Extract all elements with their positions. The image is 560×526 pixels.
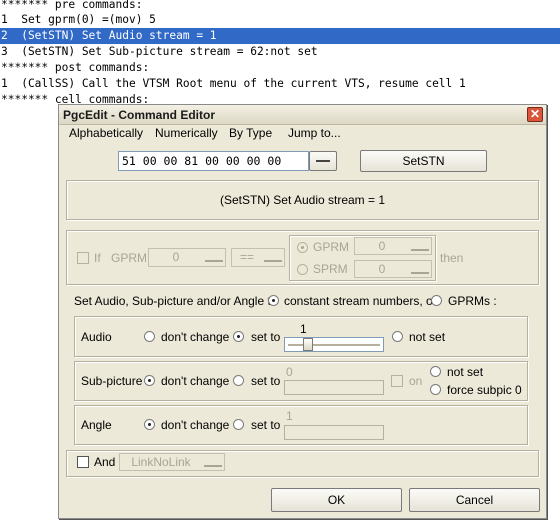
chevron-down-icon	[204, 458, 222, 467]
close-icon: ✕	[529, 107, 541, 121]
chevron-down-icon	[264, 253, 282, 262]
chevron-down-icon	[411, 265, 429, 274]
slider-track	[288, 344, 380, 346]
command-editor-dialog: PgcEdit - Command Editor ✕ Alphabeticall…	[58, 104, 547, 519]
link-select[interactable]: LinkNoLink	[119, 453, 225, 471]
angle-dont-change-label: don't change	[161, 418, 230, 432]
constant-streams-label: constant stream numbers, or	[284, 294, 437, 308]
radio-subpicture-set-to[interactable]	[233, 375, 244, 386]
description-box: (SetSTN) Set Audio stream = 1	[66, 180, 539, 220]
chevron-down-icon	[205, 253, 223, 262]
if-gprm-select[interactable]: 0	[148, 248, 226, 267]
setstn-command-button[interactable]: SetSTN	[360, 150, 487, 172]
command-listing: ******* pre commands: 1 Set gprm(0) =(mo…	[0, 0, 560, 110]
compare-sprm-label: SPRM	[313, 262, 348, 276]
ok-button[interactable]: OK	[271, 488, 402, 512]
if-label: If	[94, 251, 101, 265]
audio-stream-slider[interactable]	[284, 337, 384, 352]
listing-header-post: ******* post commands:	[1, 61, 150, 74]
set-mode-label: Set Audio, Sub-picture and/or Angle to	[74, 294, 278, 308]
force-subpic-label: force subpic 0	[447, 383, 522, 397]
then-label: then	[440, 251, 464, 265]
compare-gprm-label: GPRM	[313, 240, 349, 254]
compare-sprm-select[interactable]: 0	[354, 260, 432, 278]
if-gprm-label: GPRM	[111, 251, 147, 265]
and-label: And	[94, 455, 116, 469]
angle-label: Angle	[81, 418, 112, 432]
radio-audio-not-set[interactable]	[392, 331, 403, 342]
subpicture-on-checkbox[interactable]	[391, 375, 403, 387]
subpicture-stream-slider[interactable]	[284, 380, 384, 395]
hex-command-value: 51 00 00 81 00 00 00 00	[122, 154, 282, 168]
audio-stream-value: 1	[300, 322, 307, 336]
subpicture-on-label: on	[409, 374, 423, 388]
chevron-down-icon	[316, 160, 330, 162]
menu-alphabetically[interactable]: Alphabetically	[69, 126, 143, 140]
if-operator-value: ==	[239, 250, 254, 264]
and-checkbox[interactable]	[77, 456, 89, 468]
radio-force-subpic[interactable]	[430, 384, 441, 395]
listing-line-selected[interactable]: 2 (SetSTN) Set Audio stream = 1	[0, 28, 560, 44]
menu-numerically[interactable]: Numerically	[155, 126, 218, 140]
compare-gprm-value: 0	[378, 239, 386, 253]
hex-command-field[interactable]: 51 00 00 81 00 00 00 00	[118, 151, 309, 171]
radio-subpicture-dont-change[interactable]	[144, 375, 155, 386]
radio-angle-dont-change[interactable]	[144, 419, 155, 430]
hex-dropdown-button[interactable]	[309, 151, 337, 171]
radio-gprms[interactable]	[431, 295, 442, 306]
radio-compare-sprm[interactable]	[297, 264, 308, 275]
angle-slider[interactable]	[284, 425, 384, 440]
angle-set-to-label: set to	[251, 418, 281, 432]
subpicture-stream-value: 0	[286, 365, 293, 379]
radio-audio-dont-change[interactable]	[144, 331, 155, 342]
if-operator-select[interactable]: ==	[231, 248, 285, 267]
listing-line[interactable]: 1 Set gprm(0) =(mov) 5	[0, 12, 560, 28]
command-description: (SetSTN) Set Audio stream = 1	[219, 193, 386, 207]
radio-subpicture-not-set[interactable]	[430, 366, 441, 377]
compare-sprm-value: 0	[378, 262, 386, 276]
if-checkbox[interactable]	[77, 252, 89, 264]
listing-line[interactable]: 3 (SetSTN) Set Sub-picture stream = 62:n…	[0, 44, 560, 60]
subpicture-dont-change-label: don't change	[161, 374, 230, 388]
angle-value: 1	[286, 409, 293, 423]
if-gprm-value: 0	[172, 250, 180, 264]
radio-constant-streams[interactable]	[268, 295, 279, 306]
subpicture-set-to-label: set to	[251, 374, 281, 388]
audio-label: Audio	[81, 330, 112, 344]
chevron-down-icon	[411, 242, 429, 251]
subpicture-label: Sub-picture	[81, 374, 143, 388]
radio-compare-gprm[interactable]	[297, 242, 308, 253]
window-title: PgcEdit - Command Editor	[63, 108, 216, 122]
link-value: LinkNoLink	[131, 455, 191, 469]
cancel-button[interactable]: Cancel	[409, 488, 540, 512]
close-button[interactable]: ✕	[527, 107, 543, 122]
menu-jump-to[interactable]: Jump to...	[288, 126, 341, 140]
menu-by-type[interactable]: By Type	[229, 126, 272, 140]
subpicture-not-set-label: not set	[447, 365, 484, 379]
title-bar[interactable]: PgcEdit - Command Editor ✕	[59, 105, 546, 125]
audio-not-set-label: not set	[409, 330, 446, 344]
gprms-label: GPRMs :	[448, 294, 497, 308]
slider-thumb[interactable]	[303, 338, 313, 351]
audio-dont-change-label: don't change	[161, 330, 230, 344]
compare-gprm-select[interactable]: 0	[354, 237, 432, 255]
radio-angle-set-to[interactable]	[233, 419, 244, 430]
listing-line[interactable]: 1 (CallSS) Call the VTSM Root menu of th…	[0, 76, 560, 92]
audio-set-to-label: set to	[251, 330, 281, 344]
radio-audio-set-to[interactable]	[233, 331, 244, 342]
